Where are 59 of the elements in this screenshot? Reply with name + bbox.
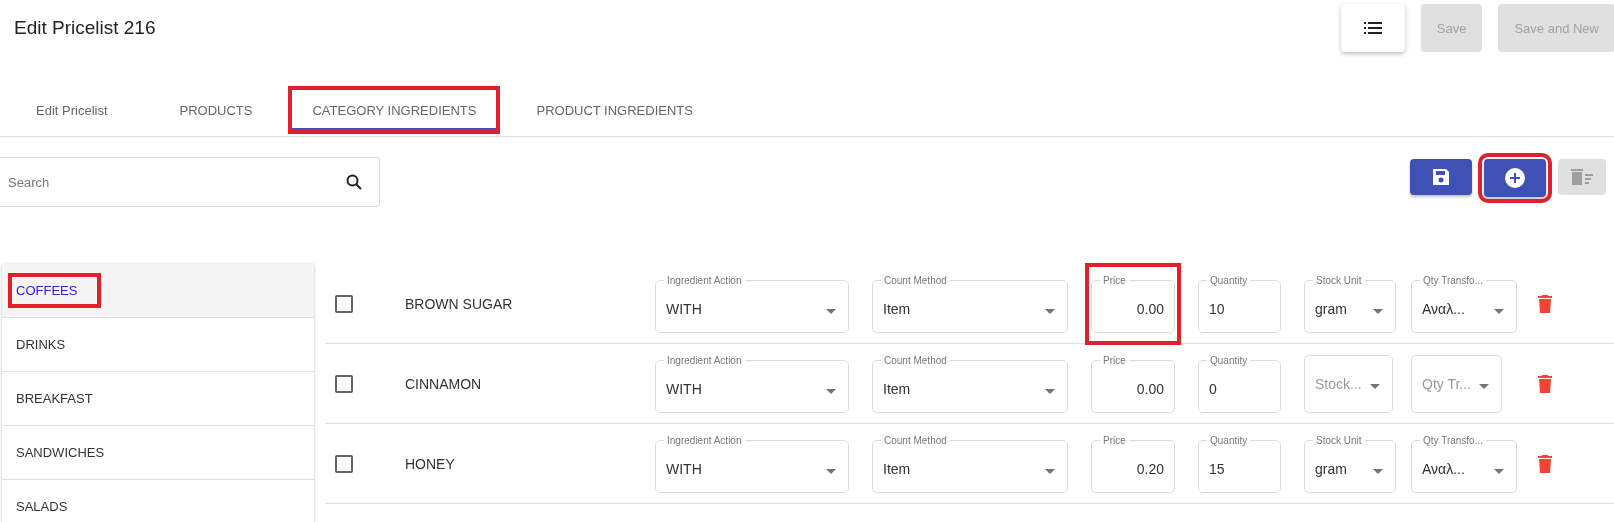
tab[interactable]: CATEGORY INGREDIENTS (288, 86, 501, 134)
select-field[interactable]: Stock Unit gram (1304, 274, 1396, 333)
caret-icon (1494, 308, 1505, 314)
category-item[interactable]: DRINKS (2, 318, 314, 372)
select-field[interactable]: Stock Unit gram (1304, 434, 1396, 493)
category-item[interactable]: BREAKFAST (2, 372, 314, 426)
caret-icon (826, 308, 836, 314)
search-icon (346, 174, 362, 190)
category-label: SALADS (15, 498, 69, 516)
caret-icon (1494, 468, 1505, 474)
caret-icon (1045, 468, 1055, 474)
tab[interactable]: PRODUCT INGREDIENTS (500, 86, 729, 134)
category-label: DRINKS (15, 336, 67, 354)
select-field[interactable]: Count Method Item (872, 434, 1068, 493)
trash-icon[interactable] (1538, 374, 1552, 393)
caret-icon (826, 388, 836, 394)
trash-icon[interactable] (1538, 294, 1552, 313)
category-label: BREAKFAST (15, 390, 94, 408)
category-item[interactable]: SALADS (2, 480, 314, 522)
caret-icon (1479, 383, 1489, 389)
select-field[interactable]: Qty Transfo... Αναλ... (1411, 274, 1518, 333)
input-field[interactable]: Quantity 15 (1198, 434, 1281, 493)
category-label: SANDWICHES (15, 444, 106, 462)
search-field[interactable]: Search (0, 157, 380, 207)
category-item[interactable]: COFFEES (2, 264, 314, 318)
ingredient-name: CINNAMON (405, 375, 482, 392)
category-item[interactable]: SANDWICHES (2, 426, 314, 480)
category-label: COFFEES (8, 273, 102, 308)
caret-icon (1045, 308, 1055, 314)
save-button[interactable] (1410, 159, 1472, 195)
trash-icon[interactable] (1538, 454, 1552, 473)
caret-icon (1372, 308, 1383, 314)
select-field[interactable]: Ingredient Action WITH (655, 434, 849, 493)
input-field[interactable]: Price 0.00 (1091, 354, 1175, 413)
list-button[interactable] (1340, 4, 1405, 52)
input-field[interactable]: Price 0.00 (1091, 274, 1175, 333)
plus-circle-icon (1505, 168, 1525, 188)
checkbox[interactable] (335, 294, 353, 313)
input-field[interactable]: Quantity 0 (1198, 354, 1281, 413)
select-field[interactable]: Count Method Item (872, 274, 1068, 333)
checkbox[interactable] (335, 454, 353, 473)
list-icon (1363, 22, 1382, 34)
caret-icon (1369, 383, 1380, 389)
caret-icon (826, 468, 836, 474)
page-title: Edit Pricelist 216 (14, 17, 156, 39)
tab[interactable]: Edit Pricelist (0, 86, 144, 134)
input-field[interactable]: Quantity 10 (1198, 274, 1281, 333)
ingredient-name: BROWN SUGAR (405, 295, 513, 312)
select-field[interactable]: Qty Transfo... Αναλ... (1411, 434, 1518, 493)
select-field[interactable]: Ingredient Action WITH (655, 274, 849, 333)
ingredient-name: HONEY (405, 455, 455, 472)
select-field[interactable]: Count Method Item (872, 354, 1068, 413)
checkbox[interactable] (335, 374, 353, 393)
caret-icon (1045, 388, 1055, 394)
tab[interactable]: PRODUCTS (143, 86, 289, 134)
caret-icon (1372, 468, 1383, 474)
trash-list-icon (1571, 168, 1593, 186)
select-field[interactable]: Ingredient Action WITH (655, 354, 849, 413)
input-field[interactable]: Price 0.20 (1091, 434, 1175, 493)
